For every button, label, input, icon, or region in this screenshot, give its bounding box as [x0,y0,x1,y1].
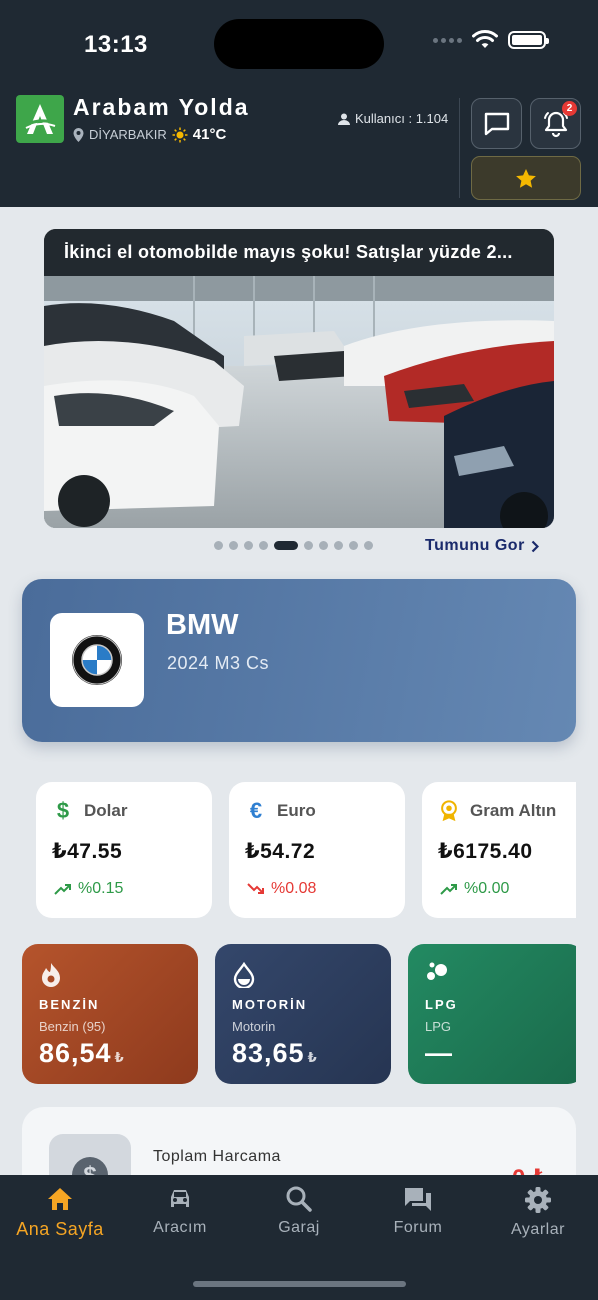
status-time: 13:13 [84,31,148,58]
currency-name: Gram Altın [470,801,557,820]
temperature-text: 41°C [192,126,227,143]
tab-label: Forum [393,1219,443,1236]
chevron-right-icon [531,540,539,552]
see-all-link[interactable]: Tumunu Gor [425,537,539,555]
notifications-button[interactable]: 2 [530,98,581,149]
user-icon [338,113,350,125]
tab-label: Ana Sayfa [16,1219,104,1239]
wifi-icon [472,30,498,48]
currency-change: %0.08 [271,880,317,897]
fuel-label: LPG [425,997,458,1012]
signal-icon [433,37,462,43]
currency-name: Euro [277,801,316,820]
location-pin-icon [73,127,84,142]
messages-button[interactable] [471,98,522,149]
trend-up-icon [54,884,71,895]
carousel-dot[interactable] [334,541,343,550]
chat-icon [484,112,509,135]
see-all-label: Tumunu Gor [425,537,525,554]
trend-up-icon [440,884,457,895]
car-model: 2024 M3 Cs [167,653,270,673]
tab-settings[interactable]: Ayarlar [478,1186,598,1239]
drop-icon [233,962,255,988]
car-brand: BMW [166,609,239,641]
tab-home[interactable]: Ana Sayfa [0,1186,120,1240]
tab-label: Ayarlar [511,1221,565,1238]
favorites-button[interactable] [471,156,581,200]
fuel-subtitle: Motorin [232,1019,276,1034]
tab-garage[interactable]: Garaj [239,1186,359,1237]
news-carousel[interactable]: İkinci el otomobilde mayıs şoku! Satışla… [44,229,554,528]
fuel-card-lpg[interactable]: LPG LPG — [408,944,576,1084]
carousel-dot[interactable] [214,541,223,550]
flame-icon [42,963,60,987]
fuel-subtitle: Benzin (95) [39,1019,106,1034]
fuel-price: 83,65 ₺ [232,1038,318,1068]
app-logo [16,95,64,143]
currency-card-euro[interactable]: € Euro ₺54.72 %0.08 [229,782,405,918]
app-header: 13:13 Arabam Yolda DİYARBAKIR 41°C Kulla… [0,0,598,207]
dynamic-island [214,19,384,69]
currency-value: ₺54.72 [245,840,316,863]
carousel-dot[interactable] [304,541,313,550]
currency-value: ₺47.55 [52,840,123,863]
fuel-price: — [425,1038,453,1068]
euro-icon: € [249,798,263,823]
header-divider [459,98,460,198]
car-brand-logo [50,613,144,707]
currency-card-dolar[interactable]: $ Dolar ₺47.55 %0.15 [36,782,212,918]
carousel-dot[interactable] [229,541,238,550]
currency-value: ₺6175.40 [438,840,533,863]
currency-name: Dolar [84,801,128,820]
carousel-dot[interactable] [259,541,268,550]
carousel-dot[interactable] [319,541,328,550]
status-icons [433,30,549,50]
news-image [44,276,554,528]
news-title: İkinci el otomobilde mayıs şoku! Satışla… [44,229,554,276]
location-weather: DİYARBAKIR 41°C [73,126,226,143]
battery-icon [508,31,549,49]
user-count: Kullanıcı : 1.104 [338,111,448,126]
spend-label: Toplam Harcama [153,1148,281,1165]
fuel-card-benzin[interactable]: BENZİN Benzin (95) 86,54 ₺ [22,944,198,1084]
home-icon [48,1188,72,1210]
notification-badge: 2 [562,101,577,116]
home-indicator [193,1281,406,1287]
tab-forum[interactable]: Forum [358,1186,478,1237]
tab-label: Aracım [153,1219,207,1236]
star-icon [516,168,536,188]
fuel-price: 86,54 ₺ [39,1038,125,1068]
forum-icon [405,1188,431,1211]
fuel-subtitle: LPG [425,1019,452,1034]
carousel-dot[interactable] [349,541,358,550]
fuel-label: BENZİN [39,997,100,1012]
location-text: DİYARBAKIR [89,127,167,142]
gear-icon [525,1187,551,1213]
fuel-card-motorin[interactable]: MOTORİN Motorin 83,65 ₺ [215,944,391,1084]
currency-change: %0.15 [78,880,124,897]
trend-down-icon [247,883,264,894]
carousel-dot[interactable] [274,541,298,550]
tab-label: Garaj [278,1219,320,1236]
my-car-card[interactable]: BMW 2024 M3 Cs [22,579,576,742]
gold-medal-icon [441,800,457,822]
carousel-dot[interactable] [244,541,253,550]
sun-icon [172,127,188,142]
dollar-icon: $ [56,798,70,823]
carousel-dots[interactable] [214,541,373,550]
search-icon [286,1186,312,1212]
carousel-dot[interactable] [364,541,373,550]
user-count-text: Kullanıcı : 1.104 [355,111,449,126]
bubbles-icon [427,962,447,980]
tab-my-car[interactable]: Aracım [120,1186,240,1237]
car-icon [171,1190,189,1207]
app-title: Arabam Yolda [73,94,250,120]
currency-card-gold[interactable]: Gram Altın ₺6175.40 %0.00 [422,782,576,918]
fuel-label: MOTORİN [232,997,308,1012]
currency-list[interactable]: $ Dolar ₺47.55 %0.15 € Euro ₺54.72 %0.08… [36,782,576,918]
fuel-price-list[interactable]: BENZİN Benzin (95) 86,54 ₺ MOTORİN Motori… [22,944,576,1084]
currency-change: %0.00 [464,880,510,897]
bmw-logo-icon [72,635,122,685]
